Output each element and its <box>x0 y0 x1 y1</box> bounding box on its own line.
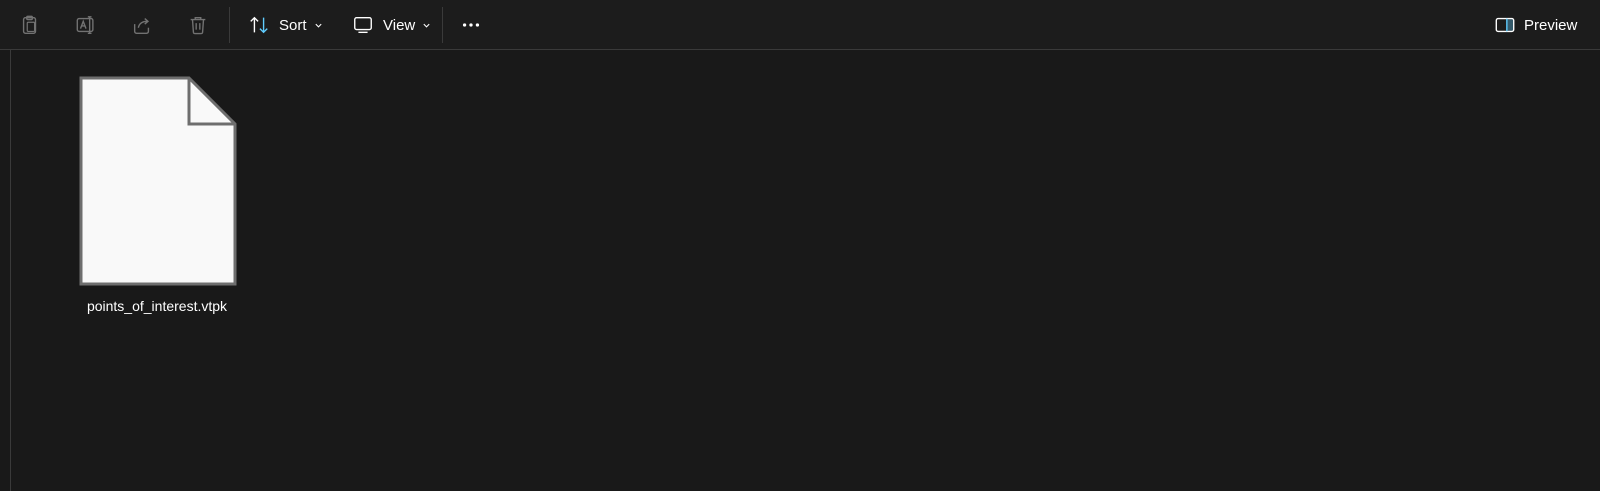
navigation-pane-splitter[interactable] <box>10 50 11 491</box>
chevron-down-icon <box>314 23 322 28</box>
command-bar: Sort View Preview <box>0 0 1600 50</box>
sort-label: Sort <box>279 16 307 34</box>
view-label: View <box>383 16 416 34</box>
preview-pane-icon <box>1495 17 1515 33</box>
paste-button[interactable] <box>10 8 50 42</box>
toolbar-separator <box>442 7 443 43</box>
file-name: points_of_interest.vtpk <box>86 298 228 314</box>
file-item[interactable]: points_of_interest.vtpk <box>77 74 237 330</box>
toolbar-separator <box>229 7 230 43</box>
chevron-down-icon <box>423 23 430 28</box>
sort-button[interactable]: Sort <box>240 8 331 42</box>
sort-icon <box>250 16 268 34</box>
clipboard-icon <box>22 15 37 34</box>
delete-button[interactable] <box>178 8 218 42</box>
share-icon <box>133 18 150 34</box>
view-button[interactable]: View <box>344 8 439 42</box>
view-icon <box>354 16 372 34</box>
preview-label: Preview <box>1524 16 1578 34</box>
more-icon <box>462 23 480 27</box>
rename-button[interactable] <box>66 8 106 42</box>
trash-icon <box>190 16 206 35</box>
rename-icon <box>76 16 94 34</box>
blank-file-icon <box>79 76 237 286</box>
see-more-button[interactable] <box>451 8 491 42</box>
preview-pane-button[interactable]: Preview <box>1486 8 1585 42</box>
share-button[interactable] <box>122 8 162 42</box>
